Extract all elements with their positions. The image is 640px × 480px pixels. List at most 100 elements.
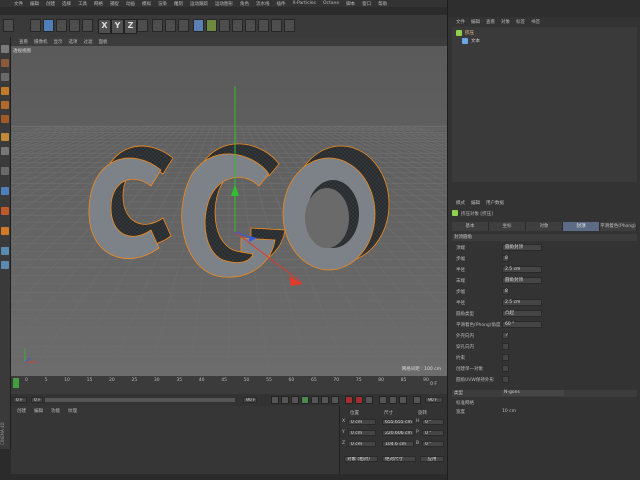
z-axis-lock-button[interactable]: Z <box>124 19 137 34</box>
material-menu-item-0[interactable]: 创建 <box>17 408 26 414</box>
camera-icon[interactable] <box>271 19 282 32</box>
texture-mode-icon[interactable] <box>1 73 9 81</box>
edge-mode-icon[interactable] <box>1 101 9 109</box>
menu-item-1[interactable]: 编辑 <box>30 1 39 7</box>
tab-0[interactable]: 基本 <box>452 222 489 231</box>
coord-position-field-2[interactable]: 0 cm <box>348 441 376 447</box>
lock-workplane-icon[interactable] <box>1 207 9 215</box>
polygon-mode-icon[interactable] <box>1 115 9 123</box>
type-select[interactable]: N-gons <box>502 390 564 396</box>
attribute-value-field[interactable] <box>502 354 509 361</box>
solo-icon[interactable] <box>1 227 9 235</box>
viewport-menu-item-1[interactable]: 摄像机 <box>34 39 48 45</box>
snap-icon[interactable] <box>1 167 9 175</box>
menu-item-16[interactable]: X-Particles <box>293 1 316 6</box>
live-select-icon[interactable] <box>82 19 93 32</box>
goto-start-icon[interactable] <box>271 396 279 404</box>
position-key-icon[interactable] <box>379 396 387 404</box>
tab-3[interactable]: 封顶 <box>563 222 600 231</box>
coord-mode-select[interactable]: 对象 (相对) <box>344 456 378 462</box>
attribute-value-field[interactable]: 8 <box>502 288 509 295</box>
menu-item-9[interactable]: 渲染 <box>158 1 167 7</box>
end-frame-field-2[interactable]: 90 F <box>425 397 443 403</box>
coordinate-system-icon[interactable] <box>137 19 148 32</box>
menu-item-3[interactable]: 选择 <box>62 1 71 7</box>
attribute-menu-item-2[interactable]: 用户数据 <box>486 200 504 206</box>
playhead[interactable] <box>13 378 19 388</box>
prev-key-icon[interactable] <box>281 396 289 404</box>
material-menu-item-3[interactable]: 纹理 <box>68 408 77 414</box>
object-menu-item-4[interactable]: 标签 <box>516 19 525 25</box>
end-frame-field[interactable]: 90 F <box>243 397 257 403</box>
tab-2[interactable]: 对象 <box>526 222 563 231</box>
menu-item-11[interactable]: 运动跟踪 <box>190 1 208 7</box>
render-picture-viewer-icon[interactable] <box>165 19 176 32</box>
object-menu-item-5[interactable]: 书签 <box>531 19 540 25</box>
attribute-menu-item-0[interactable]: 模式 <box>456 200 465 206</box>
attribute-value-field[interactable]: 凸起 <box>502 310 542 317</box>
object-menu-item-1[interactable]: 编辑 <box>471 19 480 25</box>
make-editable-icon[interactable] <box>1 45 9 53</box>
coord-rotation-field-2[interactable]: 0 ° <box>422 441 444 447</box>
coord-size-select[interactable]: 绝对尺寸 <box>382 456 416 462</box>
timeline-ruler[interactable]: 0 5 10 15 20 25 30 35 40 45 50 55 60 65 70 75 80 85 90 0 F <box>11 376 447 394</box>
render-view-icon[interactable] <box>152 19 163 32</box>
menu-item-20[interactable]: 帮助 <box>378 1 387 7</box>
menu-item-15[interactable]: 插件 <box>277 1 286 7</box>
object-menu-item-2[interactable]: 查看 <box>486 19 495 25</box>
spline-pen-icon[interactable] <box>206 19 217 32</box>
attribute-value-field[interactable]: 圆角封顶 <box>502 244 542 251</box>
start-frame-field[interactable]: 0 F <box>31 397 43 403</box>
coord-size-field-2[interactable]: 104.6 cm <box>382 441 414 447</box>
menu-item-2[interactable]: 创建 <box>46 1 55 7</box>
menu-item-10[interactable]: 雕刻 <box>174 1 183 7</box>
next-frame-icon[interactable] <box>311 396 319 404</box>
render-settings-icon[interactable] <box>178 19 189 32</box>
attribute-value-field[interactable] <box>502 376 509 383</box>
next-key-icon[interactable] <box>321 396 329 404</box>
record-icon[interactable] <box>345 396 353 404</box>
axis-mode-icon[interactable] <box>1 133 9 141</box>
param-key-icon[interactable] <box>413 396 421 404</box>
deformer-icon[interactable] <box>245 19 256 32</box>
rotation-key-icon[interactable] <box>399 396 407 404</box>
tweak-mode-icon[interactable] <box>1 147 9 155</box>
viewport-menu-item-4[interactable]: 过滤 <box>84 39 93 45</box>
scale-tool-icon[interactable] <box>56 19 67 32</box>
attribute-value-field[interactable]: 2.5 cm <box>502 299 542 306</box>
coord-position-field-0[interactable]: 0 cm <box>348 419 376 425</box>
attribute-value-field[interactable]: 2.5 cm <box>502 266 542 273</box>
menu-item-13[interactable]: 角色 <box>240 1 249 7</box>
scale-key-icon[interactable] <box>389 396 397 404</box>
model-mode-icon[interactable] <box>1 59 9 67</box>
tab-4[interactable]: 平滑着色(Phong) <box>600 222 637 231</box>
menu-item-7[interactable]: 动画 <box>126 1 135 7</box>
coord-size-field-1[interactable]: 220.606 cm <box>382 430 414 436</box>
array-icon[interactable] <box>232 19 243 32</box>
viewport-menu-item-5[interactable]: 面板 <box>99 39 108 45</box>
workplane-icon[interactable] <box>1 187 9 195</box>
viewport-menu-item-2[interactable]: 显示 <box>54 39 63 45</box>
attribute-menu-item-1[interactable]: 编辑 <box>471 200 480 206</box>
attribute-value-field[interactable] <box>502 343 509 350</box>
menu-item-0[interactable]: 文件 <box>14 1 23 7</box>
range-slider[interactable] <box>45 398 235 402</box>
coord-size-field-0[interactable]: 655.655 cm <box>382 419 414 425</box>
undo-icon[interactable] <box>3 19 14 32</box>
menu-item-12[interactable]: 运动图形 <box>215 1 233 7</box>
coord-position-field-1[interactable]: 0 cm <box>348 430 376 436</box>
x-axis-lock-button[interactable]: X <box>98 19 111 34</box>
goto-end-icon[interactable] <box>331 396 339 404</box>
select-tool-icon[interactable] <box>30 19 41 32</box>
tab-1[interactable]: 坐标 <box>489 222 526 231</box>
menu-item-19[interactable]: 窗口 <box>362 1 371 7</box>
menu-item-4[interactable]: 工具 <box>78 1 87 7</box>
coord-rotation-field-0[interactable]: 0 ° <box>422 419 444 425</box>
autokey-icon[interactable] <box>355 396 363 404</box>
apply-button[interactable]: 应用 <box>420 456 444 462</box>
nurbs-icon[interactable] <box>219 19 230 32</box>
menu-item-8[interactable]: 模拟 <box>142 1 151 7</box>
floor-icon[interactable] <box>258 19 269 32</box>
current-frame-field[interactable]: 0 F <box>13 397 27 403</box>
light-icon[interactable] <box>284 19 295 32</box>
